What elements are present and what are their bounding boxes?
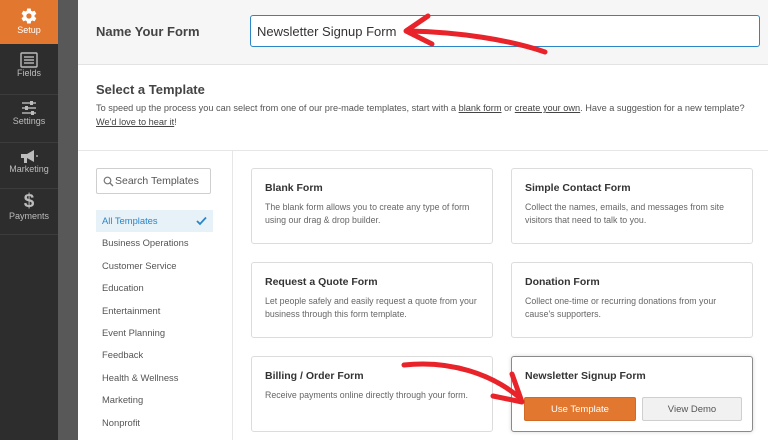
gear-icon bbox=[21, 8, 37, 24]
desc-text: or bbox=[501, 103, 515, 113]
desc-text: . Have a suggestion for a new template? bbox=[580, 103, 745, 113]
section-title: Select a Template bbox=[96, 82, 205, 97]
panel-gutter bbox=[58, 0, 78, 440]
template-card-quote[interactable]: Request a Quote Form Let people safely a… bbox=[251, 262, 493, 338]
desc-text: To speed up the process you can select f… bbox=[96, 103, 459, 113]
builder-sidebar: Setup Fields Settings Marketing $ Paymen… bbox=[0, 0, 58, 440]
blank-form-link[interactable]: blank form bbox=[459, 103, 502, 113]
form-name-input[interactable] bbox=[250, 15, 760, 47]
nav-divider bbox=[0, 188, 58, 189]
checkmark-icon bbox=[196, 216, 207, 226]
nav-divider bbox=[0, 234, 58, 235]
nav-divider bbox=[0, 142, 58, 143]
card-title: Newsletter Signup Form bbox=[525, 370, 646, 382]
card-title: Blank Form bbox=[265, 182, 323, 194]
card-title: Donation Form bbox=[525, 276, 600, 288]
card-title: Request a Quote Form bbox=[265, 276, 378, 288]
nav-fields[interactable]: Fields bbox=[0, 52, 58, 92]
category-item[interactable]: Education bbox=[96, 277, 213, 299]
nav-label: Fields bbox=[16, 68, 41, 78]
suggest-template-link[interactable]: We'd love to hear it bbox=[96, 117, 174, 127]
category-all-templates[interactable]: All Templates bbox=[96, 210, 213, 233]
section-description: To speed up the process you can select f… bbox=[96, 101, 760, 129]
card-description: Let people safely and easily request a q… bbox=[265, 296, 477, 319]
nav-setup[interactable]: Setup bbox=[0, 0, 58, 44]
category-item[interactable]: Nonprofit bbox=[96, 412, 213, 434]
form-name-bar: Name Your Form bbox=[78, 0, 768, 65]
nav-divider bbox=[0, 94, 58, 95]
category-item[interactable]: Entertainment bbox=[96, 300, 213, 322]
card-description: Collect one-time or recurring donations … bbox=[525, 296, 717, 319]
form-name-label: Name Your Form bbox=[96, 24, 200, 39]
nav-label: Payments bbox=[8, 211, 50, 221]
create-own-link[interactable]: create your own bbox=[515, 103, 580, 113]
nav-label: Marketing bbox=[9, 164, 49, 174]
megaphone-icon bbox=[21, 150, 38, 163]
setup-panel: Name Your Form Select a Template To spee… bbox=[78, 0, 768, 440]
list-icon bbox=[20, 52, 38, 68]
use-template-button[interactable]: Use Template bbox=[524, 397, 636, 421]
category-item[interactable]: Business Operations bbox=[96, 232, 213, 254]
category-item[interactable]: Event Planning bbox=[96, 322, 213, 344]
category-item[interactable]: Health & Wellness bbox=[96, 367, 213, 389]
nav-label: Settings bbox=[12, 116, 46, 126]
card-title: Simple Contact Form bbox=[525, 182, 631, 194]
template-card-blank[interactable]: Blank Form The blank form allows you to … bbox=[251, 168, 493, 244]
category-label: All Templates bbox=[102, 215, 158, 226]
template-card-contact[interactable]: Simple Contact Form Collect the names, e… bbox=[511, 168, 753, 244]
category-list: All Templates Business Operations Custom… bbox=[96, 210, 213, 434]
category-item[interactable]: Customer Service bbox=[96, 255, 213, 277]
divider bbox=[232, 150, 233, 440]
divider bbox=[78, 150, 768, 151]
nav-marketing[interactable]: Marketing bbox=[0, 148, 58, 188]
template-card-donation[interactable]: Donation Form Collect one-time or recurr… bbox=[511, 262, 753, 338]
dollar-icon: $ bbox=[23, 191, 35, 212]
category-item[interactable]: Feedback bbox=[96, 344, 213, 366]
nav-label: Setup bbox=[17, 25, 41, 35]
desc-text: ! bbox=[174, 117, 177, 127]
template-card-billing[interactable]: Billing / Order Form Receive payments on… bbox=[251, 356, 493, 432]
nav-settings[interactable]: Settings bbox=[0, 100, 58, 140]
category-item[interactable]: Marketing bbox=[96, 389, 213, 411]
template-card-newsletter[interactable]: Newsletter Signup Form Use Template View… bbox=[511, 356, 753, 432]
search-icon bbox=[103, 176, 114, 187]
search-input[interactable] bbox=[115, 169, 209, 193]
view-demo-button[interactable]: View Demo bbox=[642, 397, 742, 421]
card-description: The blank form allows you to create any … bbox=[265, 202, 470, 225]
nav-payments[interactable]: $ Payments bbox=[0, 191, 58, 233]
sliders-icon bbox=[22, 101, 36, 115]
template-search bbox=[96, 168, 211, 194]
card-title: Billing / Order Form bbox=[265, 370, 364, 382]
card-description: Collect the names, emails, and messages … bbox=[525, 202, 724, 225]
card-description: Receive payments online directly through… bbox=[265, 390, 468, 400]
